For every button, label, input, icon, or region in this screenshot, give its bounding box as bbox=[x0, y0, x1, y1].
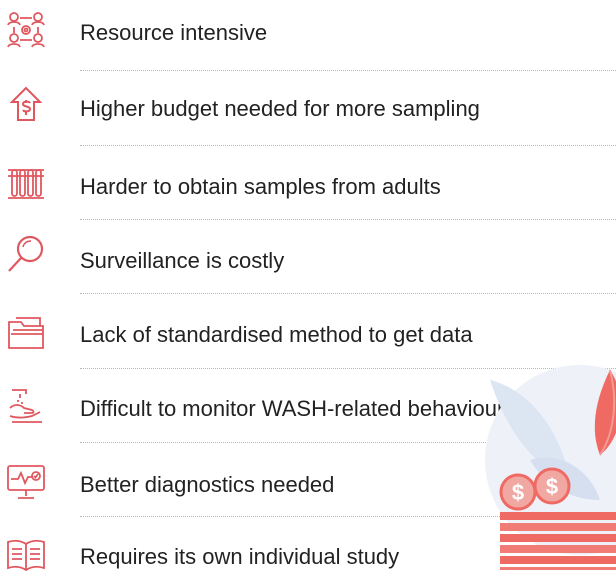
test-tubes-icon bbox=[6, 162, 46, 202]
divider bbox=[80, 70, 616, 71]
people-network-icon bbox=[6, 10, 46, 50]
open-book-icon bbox=[6, 534, 46, 574]
list-item: Higher budget needed for more sampling bbox=[0, 72, 616, 146]
list-item: Lack of standardised method to get data bbox=[0, 294, 616, 369]
hand-washing-icon bbox=[6, 386, 46, 426]
house-dollar-icon bbox=[6, 84, 46, 124]
svg-text:$: $ bbox=[512, 480, 524, 505]
svg-text:$: $ bbox=[546, 474, 558, 499]
money-plant-illustration: $ $ bbox=[470, 360, 616, 570]
item-label: Resource intensive bbox=[80, 20, 268, 45]
item-label: Difficult to monitor WASH-related behavi… bbox=[80, 396, 505, 421]
folder-icon bbox=[6, 312, 46, 352]
list-item: Resource intensive bbox=[0, 0, 616, 72]
item-label: Surveillance is costly bbox=[80, 248, 285, 273]
item-label: Harder to obtain samples from adults bbox=[80, 174, 441, 199]
item-label: Higher budget needed for more sampling bbox=[80, 96, 480, 121]
list-item: Harder to obtain samples from adults bbox=[0, 146, 616, 220]
monitor-pulse-icon bbox=[6, 462, 46, 502]
list-item: Surveillance is costly bbox=[0, 220, 616, 294]
item-label: Requires its own individual study bbox=[80, 544, 400, 569]
item-label: Better diagnostics needed bbox=[80, 472, 335, 497]
item-label: Lack of standardised method to get data bbox=[80, 322, 473, 347]
magnifier-icon bbox=[6, 234, 46, 274]
